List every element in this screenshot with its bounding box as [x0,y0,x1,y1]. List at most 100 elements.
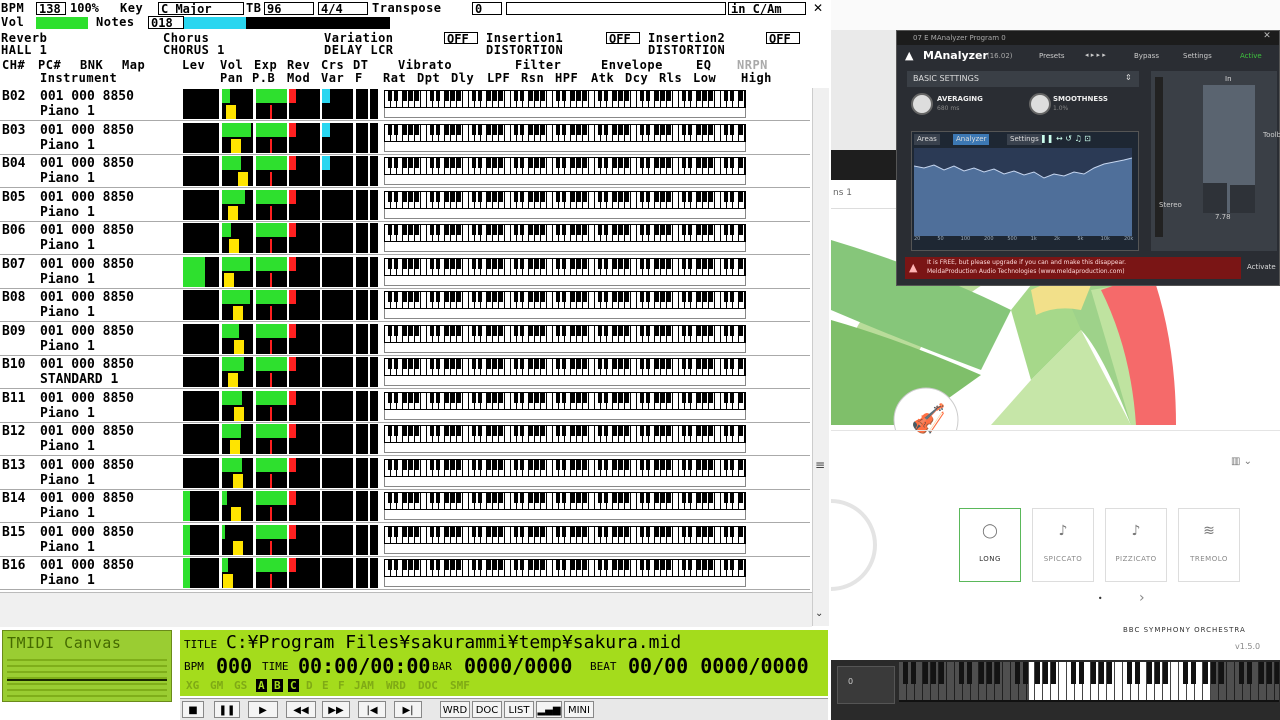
instrument-name[interactable]: Piano 1 [40,506,95,521]
averaging-knob[interactable] [911,93,933,115]
reverb-mod-meter[interactable] [289,122,320,153]
insertion1-type[interactable]: DISTORTION [486,44,563,57]
expression-pitchbend-meter[interactable] [256,189,287,220]
insertion1-state[interactable]: OFF [606,32,640,44]
channel-row[interactable]: B11 001 000 8850 Piano 1 [0,390,810,423]
program-bank-map[interactable]: 001 000 8850 [40,257,134,272]
instrument-name[interactable]: STANDARD 1 [40,372,118,387]
doc-button[interactable]: DOC [472,701,502,718]
toolbar-label[interactable]: Toolbar [1263,131,1280,139]
expression-pitchbend-meter[interactable] [256,524,287,555]
channel-row[interactable]: B15 001 000 8850 Piano 1 [0,524,810,557]
vol-pan-meter[interactable] [222,122,253,153]
expression-pitchbend-meter[interactable] [256,558,287,588]
channel-row[interactable]: B12 001 000 8850 Piano 1 [0,423,810,456]
program-bank-map[interactable]: 001 000 8850 [40,190,134,205]
expression-pitchbend-meter[interactable] [256,491,287,521]
chorus-var-meter[interactable] [322,156,353,186]
instrument-name[interactable]: Piano 1 [40,205,95,220]
program-bank-map[interactable]: 001 000 8850 [40,558,134,573]
program-bank-map[interactable]: 001 000 8850 [40,357,134,372]
transpose-field[interactable]: 0 [472,2,502,15]
piano-keys-icon[interactable]: ▥ ⌄ [1231,456,1252,467]
expression-pitchbend-meter[interactable] [256,256,287,287]
channel-row[interactable]: B08 001 000 8850 Piano 1 [0,289,810,322]
next-track-icon[interactable]: ▶| [394,701,422,718]
chorus-var-meter[interactable] [322,390,353,421]
chorus-var-meter[interactable] [322,89,353,119]
chorus-var-meter[interactable] [322,189,353,220]
reverb-mod-meter[interactable] [289,89,320,119]
smoothness-knob[interactable] [1029,93,1051,115]
vol-pan-meter[interactable] [222,189,253,220]
reverb-mod-meter[interactable] [289,323,320,354]
reverb-type[interactable]: HALL 1 [1,44,47,57]
chorus-var-meter[interactable] [322,290,353,320]
program-bank-map[interactable]: 001 000 8850 [40,89,134,104]
chorus-var-meter[interactable] [322,424,353,454]
list-button[interactable]: LIST [504,701,534,718]
expression-pitchbend-meter[interactable] [256,457,287,488]
analyzer-toolbar-icons[interactable]: ❚❚ ↔ ↺ ♫ ⊡ [1040,134,1091,143]
time-signature-field[interactable]: 4/4 [318,2,368,15]
chorus-var-meter[interactable] [322,122,353,153]
wrd-button[interactable]: WRD [440,701,470,718]
vol-pan-meter[interactable] [222,156,253,186]
channel-row[interactable]: B09 001 000 8850 Piano 1 [0,323,810,356]
expression-pitchbend-meter[interactable] [256,424,287,454]
articulation-tremolo[interactable]: ≋ TREMOLO [1178,508,1240,582]
program-bank-map[interactable]: 001 000 8850 [40,290,134,305]
channel-row[interactable]: B04 001 000 8850 Piano 1 [0,155,810,188]
instrument-name[interactable]: Piano 1 [40,473,95,488]
instrument-name[interactable]: Piano 1 [40,238,95,253]
program-bank-map[interactable]: 001 000 8850 [40,156,134,171]
mini-button[interactable]: MINI [564,701,594,718]
program-bank-map[interactable]: 001 000 8850 [40,491,134,506]
reverb-mod-meter[interactable] [289,424,320,454]
reverb-mod-meter[interactable] [289,290,320,320]
vol-pan-meter[interactable] [222,357,253,387]
vol-pan-meter[interactable] [222,424,253,454]
instrument-name[interactable]: Piano 1 [40,138,95,153]
channel-row[interactable]: B05 001 000 8850 Piano 1 [0,189,810,222]
expression-pitchbend-meter[interactable] [256,156,287,186]
instrument-name[interactable]: Piano 1 [40,272,95,287]
vol-pan-meter[interactable] [222,323,253,354]
program-bank-map[interactable]: 001 000 8850 [40,424,134,439]
scroll-thumb-grip-icon[interactable]: ≡ [815,459,825,471]
chorus-var-meter[interactable] [322,323,353,354]
instrument-name[interactable]: Piano 1 [40,540,95,555]
basic-settings-bar[interactable]: BASIC SETTINGS ⇕ [907,71,1139,87]
reverb-mod-meter[interactable] [289,223,320,253]
next-page-icon[interactable]: › [1139,590,1145,606]
instrument-name[interactable]: Piano 1 [40,104,95,119]
analyzer-tab-analyzer[interactable]: Analyzer [953,134,990,145]
vol-pan-meter[interactable] [222,89,253,119]
mod-wheel[interactable]: 0 [837,666,895,704]
channel-row[interactable]: B10 001 000 8850 STANDARD 1 [0,356,810,389]
play-icon[interactable]: ▶ [248,701,278,718]
program-bank-map[interactable]: 001 000 8850 [40,525,134,540]
pause-icon[interactable]: ❚❚ [214,701,240,718]
vol-pan-meter[interactable] [222,524,253,555]
variation-state[interactable]: OFF [444,32,478,44]
vol-pan-meter[interactable] [222,256,253,287]
analyzer-tab-settings[interactable]: Settings [1007,134,1042,145]
reverb-mod-meter[interactable] [289,256,320,287]
channel-row[interactable]: B02 001 000 8850 Piano 1 [0,88,810,121]
channel-row[interactable]: B16 001 000 8850 Piano 1 [0,557,810,590]
bpm-field[interactable]: 138 [36,2,66,15]
channel-row[interactable]: B13 001 000 8850 Piano 1 [0,457,810,490]
program-bank-map[interactable]: 001 000 8850 [40,324,134,339]
tb-field[interactable]: 96 [264,2,314,15]
vol-pan-meter[interactable] [222,558,253,588]
settings-button[interactable]: Settings [1183,52,1212,60]
program-bank-map[interactable]: 001 000 8850 [40,458,134,473]
articulation-spiccato[interactable]: ♪ SPICCATO [1032,508,1094,582]
expression-pitchbend-meter[interactable] [256,122,287,153]
active-toggle[interactable]: Active [1240,52,1262,60]
reverb-mod-meter[interactable] [289,524,320,555]
scroll-down-icon[interactable]: ⌄ [815,608,827,619]
instrument-name[interactable]: Piano 1 [40,406,95,421]
program-bank-map[interactable]: 001 000 8850 [40,223,134,238]
